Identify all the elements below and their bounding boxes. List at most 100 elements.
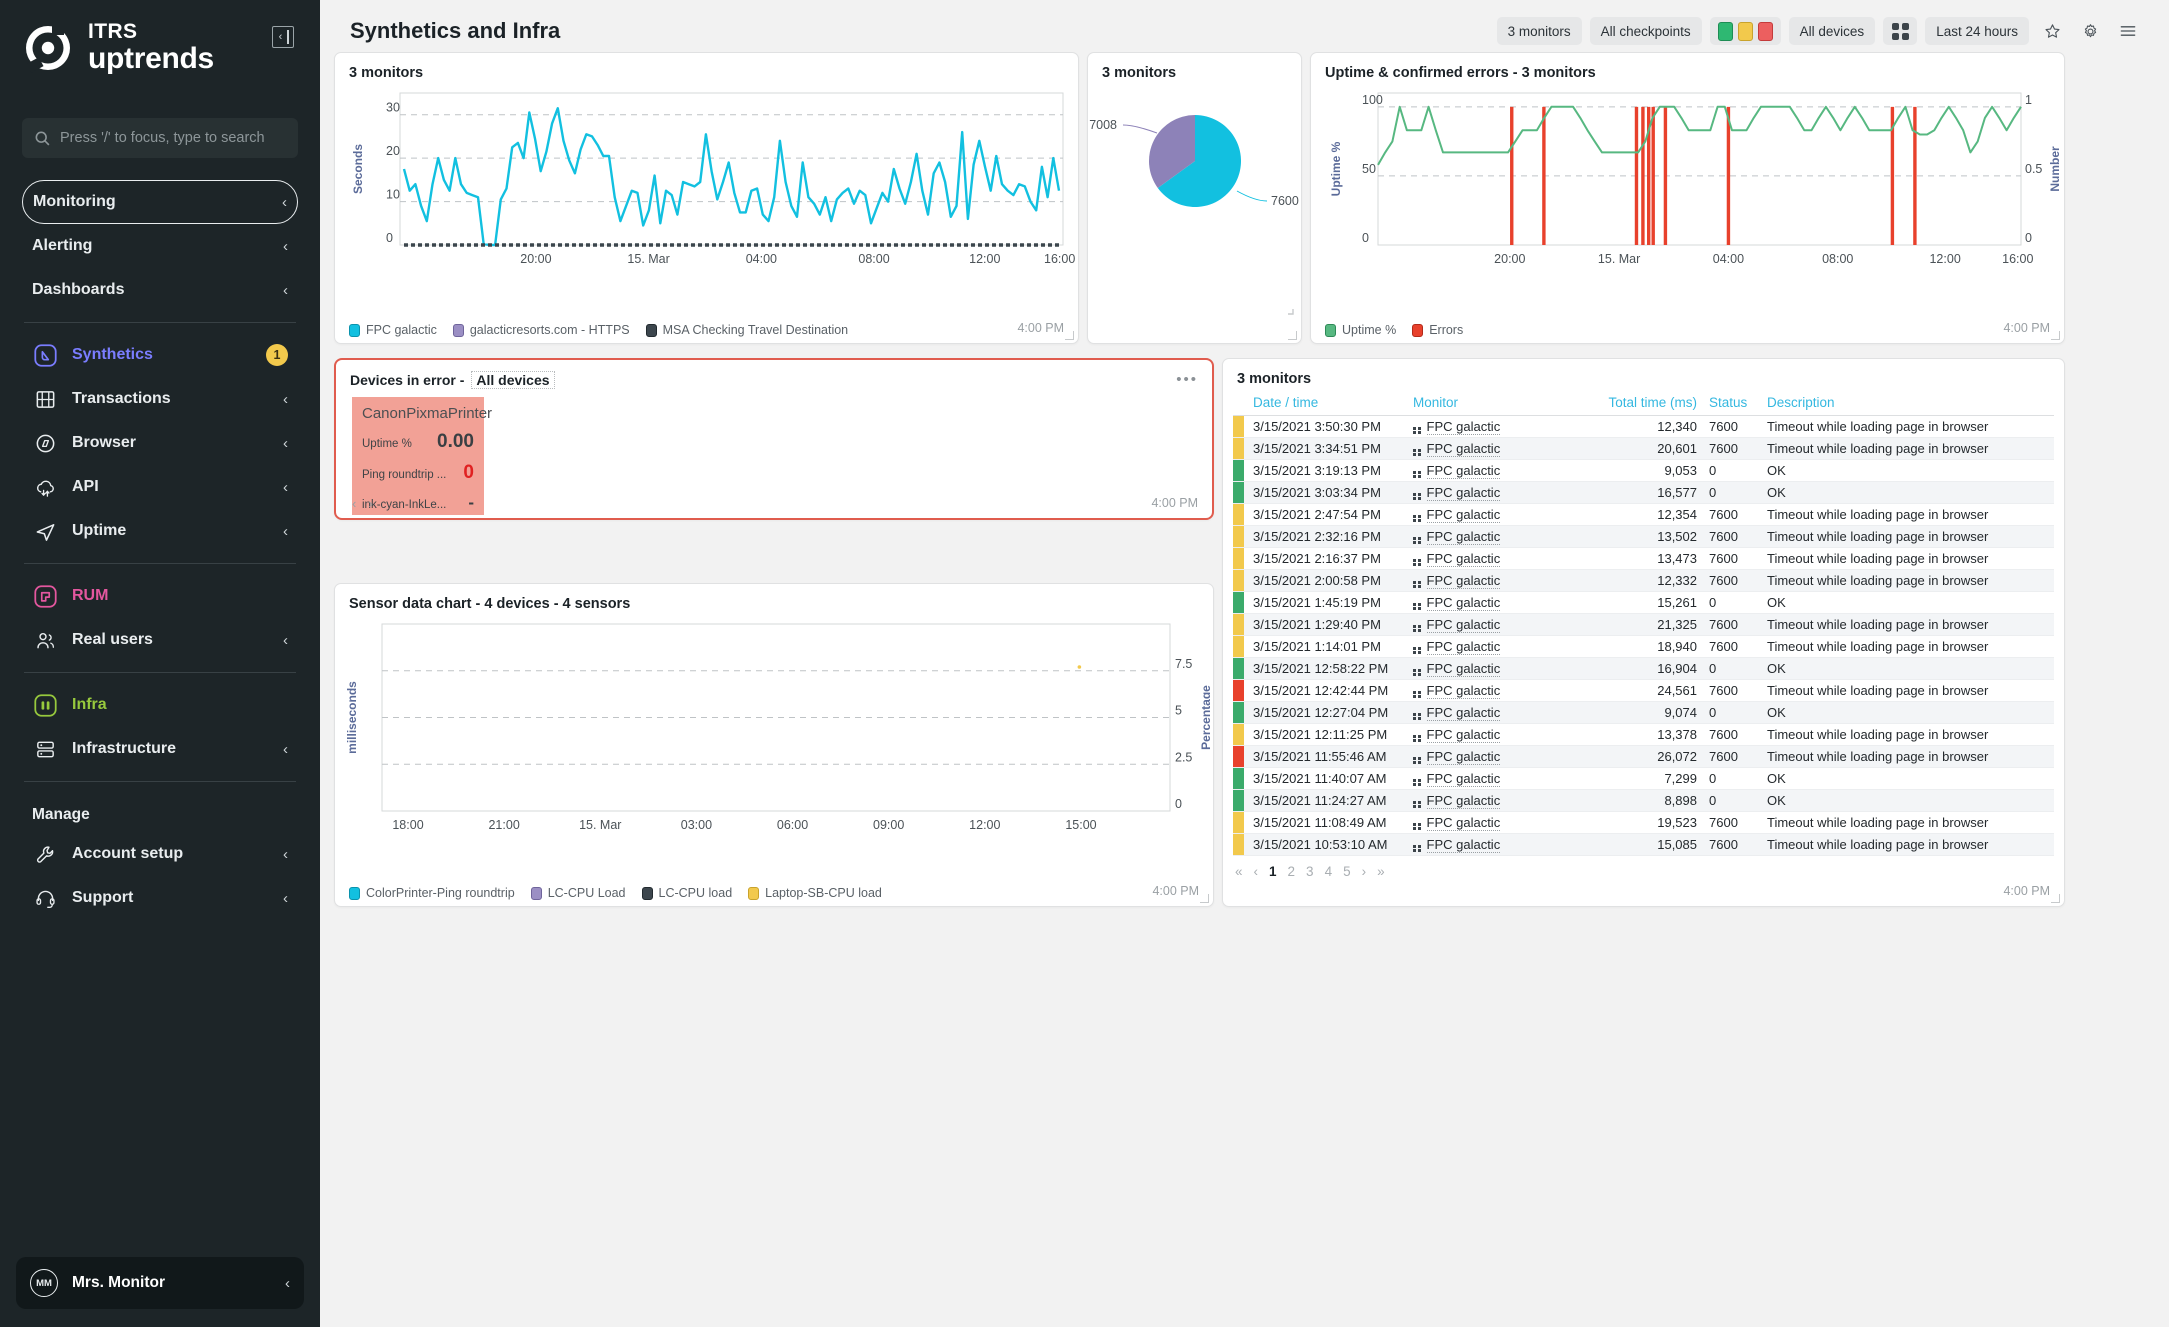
cell-monitor[interactable]: FPC galactic [1407,503,1597,526]
sidebar-item-infrastructure[interactable]: Infrastructure ‹ [22,727,298,771]
cell-monitor[interactable]: FPC galactic [1407,591,1597,614]
cell-monitor[interactable]: FPC galactic [1407,701,1597,724]
cell-monitor[interactable]: FPC galactic [1407,679,1597,702]
column-description[interactable]: Description [1761,395,2054,416]
table-row[interactable]: 3/15/2021 2:47:54 PM FPC galactic 12,354 76… [1233,503,2054,526]
cell-monitor[interactable]: FPC galactic [1407,547,1597,570]
status-ok-swatch[interactable] [1717,21,1733,41]
pagination-next-button[interactable]: › [1362,864,1367,879]
cell-monitor[interactable]: FPC galactic [1407,569,1597,592]
cell-monitor[interactable]: FPC galactic [1407,437,1597,460]
search-input[interactable] [60,130,286,146]
cell-monitor[interactable]: FPC galactic [1407,723,1597,746]
user-menu[interactable]: MM Mrs. Monitor ‹ [16,1257,304,1309]
sidebar-item-real-users[interactable]: Real users ‹ [22,618,298,662]
pagination-page-3[interactable]: 3 [1306,864,1314,879]
collapse-sidebar-button[interactable]: ‹ [272,26,294,48]
cell-monitor[interactable]: FPC galactic [1407,635,1597,658]
devices-filter-button[interactable]: All devices [1788,17,1876,45]
cell-monitor[interactable]: FPC galactic [1407,613,1597,636]
uptime-errors-chart[interactable]: 0 0 50 0.5 100 1 Uptime % Number 20:00 15. Mar 04:… [1316,85,2061,285]
table-row[interactable]: 3/15/2021 12:27:04 PM FPC galactic 9,074 0 O… [1233,701,2054,724]
sidebar-item-synthetics[interactable]: Synthetics 1 [22,333,298,377]
carousel-next-button[interactable]: › [368,496,372,511]
monitors-pie-chart[interactable]: 7600 7008 [1088,81,1301,316]
legend-item[interactable]: LC-CPU load [641,886,732,900]
pagination-page-2[interactable]: 2 [1288,864,1296,879]
table-row[interactable]: 3/15/2021 12:58:22 PM FPC galactic 16,904 0… [1233,657,2054,680]
sidebar-item-monitoring[interactable]: Monitoring ‹ [22,180,298,224]
menu-button[interactable] [2113,17,2143,45]
status-filter-group[interactable] [1709,17,1781,45]
sidebar-item-rum[interactable]: RUM [22,574,298,618]
table-row[interactable]: 3/15/2021 2:16:37 PM FPC galactic 13,473 76… [1233,547,2054,570]
sidebar-item-uptime[interactable]: Uptime ‹ [22,509,298,553]
pagination-page-4[interactable]: 4 [1325,864,1333,879]
sensor-data-chart[interactable]: 0 2.5 5 7.5 milliseconds Percentage 18:00 21:00… [340,616,1210,851]
cell-monitor[interactable]: FPC galactic [1407,811,1597,834]
sidebar-item-support[interactable]: Support ‹ [22,876,298,920]
pagination-page-1[interactable]: 1 [1269,864,1277,879]
resize-handle[interactable] [2051,894,2060,903]
table-row[interactable]: 3/15/2021 3:03:34 PM FPC galactic 16,577 0 O… [1233,481,2054,504]
cell-monitor[interactable]: FPC galactic [1407,833,1597,856]
column-date-time[interactable]: Date / time [1247,395,1407,416]
legend-item[interactable]: galacticresorts.com - HTTPS [452,323,630,337]
table-row[interactable]: 3/15/2021 2:32:16 PM FPC galactic 13,502 76… [1233,525,2054,548]
monitors-filter-button[interactable]: 3 monitors [1496,17,1582,45]
timerange-filter-button[interactable]: Last 24 hours [1925,17,2029,45]
pagination-page-5[interactable]: 5 [1343,864,1351,879]
status-error-swatch[interactable] [1757,21,1773,41]
legend-item[interactable]: Errors [1412,323,1463,337]
sidebar-item-infra[interactable]: Infra [22,683,298,727]
table-row[interactable]: 3/15/2021 11:40:07 AM FPC galactic 7,299 0 O… [1233,767,2054,790]
table-row[interactable]: 3/15/2021 2:00:58 PM FPC galactic 12,332 76… [1233,569,2054,592]
resize-handle[interactable] [1200,894,1209,903]
table-row[interactable]: 3/15/2021 12:42:44 PM FPC galactic 24,561 7… [1233,679,2054,702]
carousel-prev-button[interactable]: ‹ [352,496,356,511]
grid-view-button[interactable] [1883,17,1918,45]
table-row[interactable]: 3/15/2021 10:53:10 AM FPC galactic 15,085 7… [1233,833,2054,856]
column-monitor[interactable]: Monitor [1407,395,1597,416]
table-row[interactable]: 3/15/2021 1:14:01 PM FPC galactic 18,940 76… [1233,635,2054,658]
column-total-time[interactable]: Total time (ms) [1597,395,1703,416]
table-row[interactable]: 3/15/2021 12:11:25 PM FPC galactic 13,378 7… [1233,723,2054,746]
table-row[interactable]: 3/15/2021 11:08:49 AM FPC galactic 19,523 7… [1233,811,2054,834]
table-row[interactable]: 3/15/2021 1:45:19 PM FPC galactic 15,261 0 O… [1233,591,2054,614]
legend-item[interactable]: MSA Checking Travel Destination [645,323,848,337]
checkpoints-filter-button[interactable]: All checkpoints [1589,17,1702,45]
legend-item[interactable]: FPC galactic [349,323,437,337]
sidebar-item-transactions[interactable]: Transactions ‹ [22,377,298,421]
resize-handle[interactable] [1288,331,1297,340]
pagination-prev-button[interactable]: ‹ [1254,864,1259,879]
status-warning-swatch[interactable] [1737,21,1753,41]
cell-monitor[interactable]: FPC galactic [1407,789,1597,812]
legend-item[interactable]: LC-CPU Load [530,886,626,900]
monitors-line-chart[interactable]: 0 10 20 30 Seconds 20:00 15. Mar 04:00 08:00 12:0… [340,85,1075,285]
cell-monitor[interactable]: FPC galactic [1407,657,1597,680]
sidebar-item-browser[interactable]: Browser ‹ [22,421,298,465]
table-row[interactable]: 3/15/2021 11:55:46 AM FPC galactic 26,072 7… [1233,745,2054,768]
table-row[interactable]: 3/15/2021 3:34:51 PM FPC galactic 20,601 76… [1233,437,2054,460]
panel-overflow-menu[interactable]: ••• [1176,372,1198,387]
devices-scope-label[interactable]: All devices [471,371,555,389]
favorite-button[interactable] [2037,17,2067,45]
sidebar-item-dashboards[interactable]: Dashboards ‹ [22,268,298,312]
pagination-first-button[interactable]: « [1235,864,1243,879]
table-row[interactable]: 3/15/2021 1:29:40 PM FPC galactic 21,325 76… [1233,613,2054,636]
legend-item[interactable]: ColorPrinter-Ping roundtrip [349,886,515,900]
cell-monitor[interactable]: FPC galactic [1407,767,1597,790]
cell-monitor[interactable]: FPC galactic [1407,481,1597,504]
sidebar-item-alerting[interactable]: Alerting ‹ [22,224,298,268]
sidebar-item-account-setup[interactable]: Account setup ‹ [22,832,298,876]
cell-monitor[interactable]: FPC galactic [1407,415,1597,438]
table-row[interactable]: 3/15/2021 3:19:13 PM FPC galactic 9,053 0 OK [1233,459,2054,482]
table-row[interactable]: 3/15/2021 3:50:30 PM FPC galactic 12,340 76… [1233,415,2054,438]
legend-item[interactable]: Laptop-SB-CPU load [748,886,882,900]
pagination-last-button[interactable]: » [1377,864,1385,879]
resize-handle[interactable] [2051,331,2060,340]
cell-monitor[interactable]: FPC galactic [1407,459,1597,482]
search-box[interactable] [22,118,298,158]
cell-monitor[interactable]: FPC galactic [1407,745,1597,768]
settings-button[interactable] [2075,17,2105,45]
